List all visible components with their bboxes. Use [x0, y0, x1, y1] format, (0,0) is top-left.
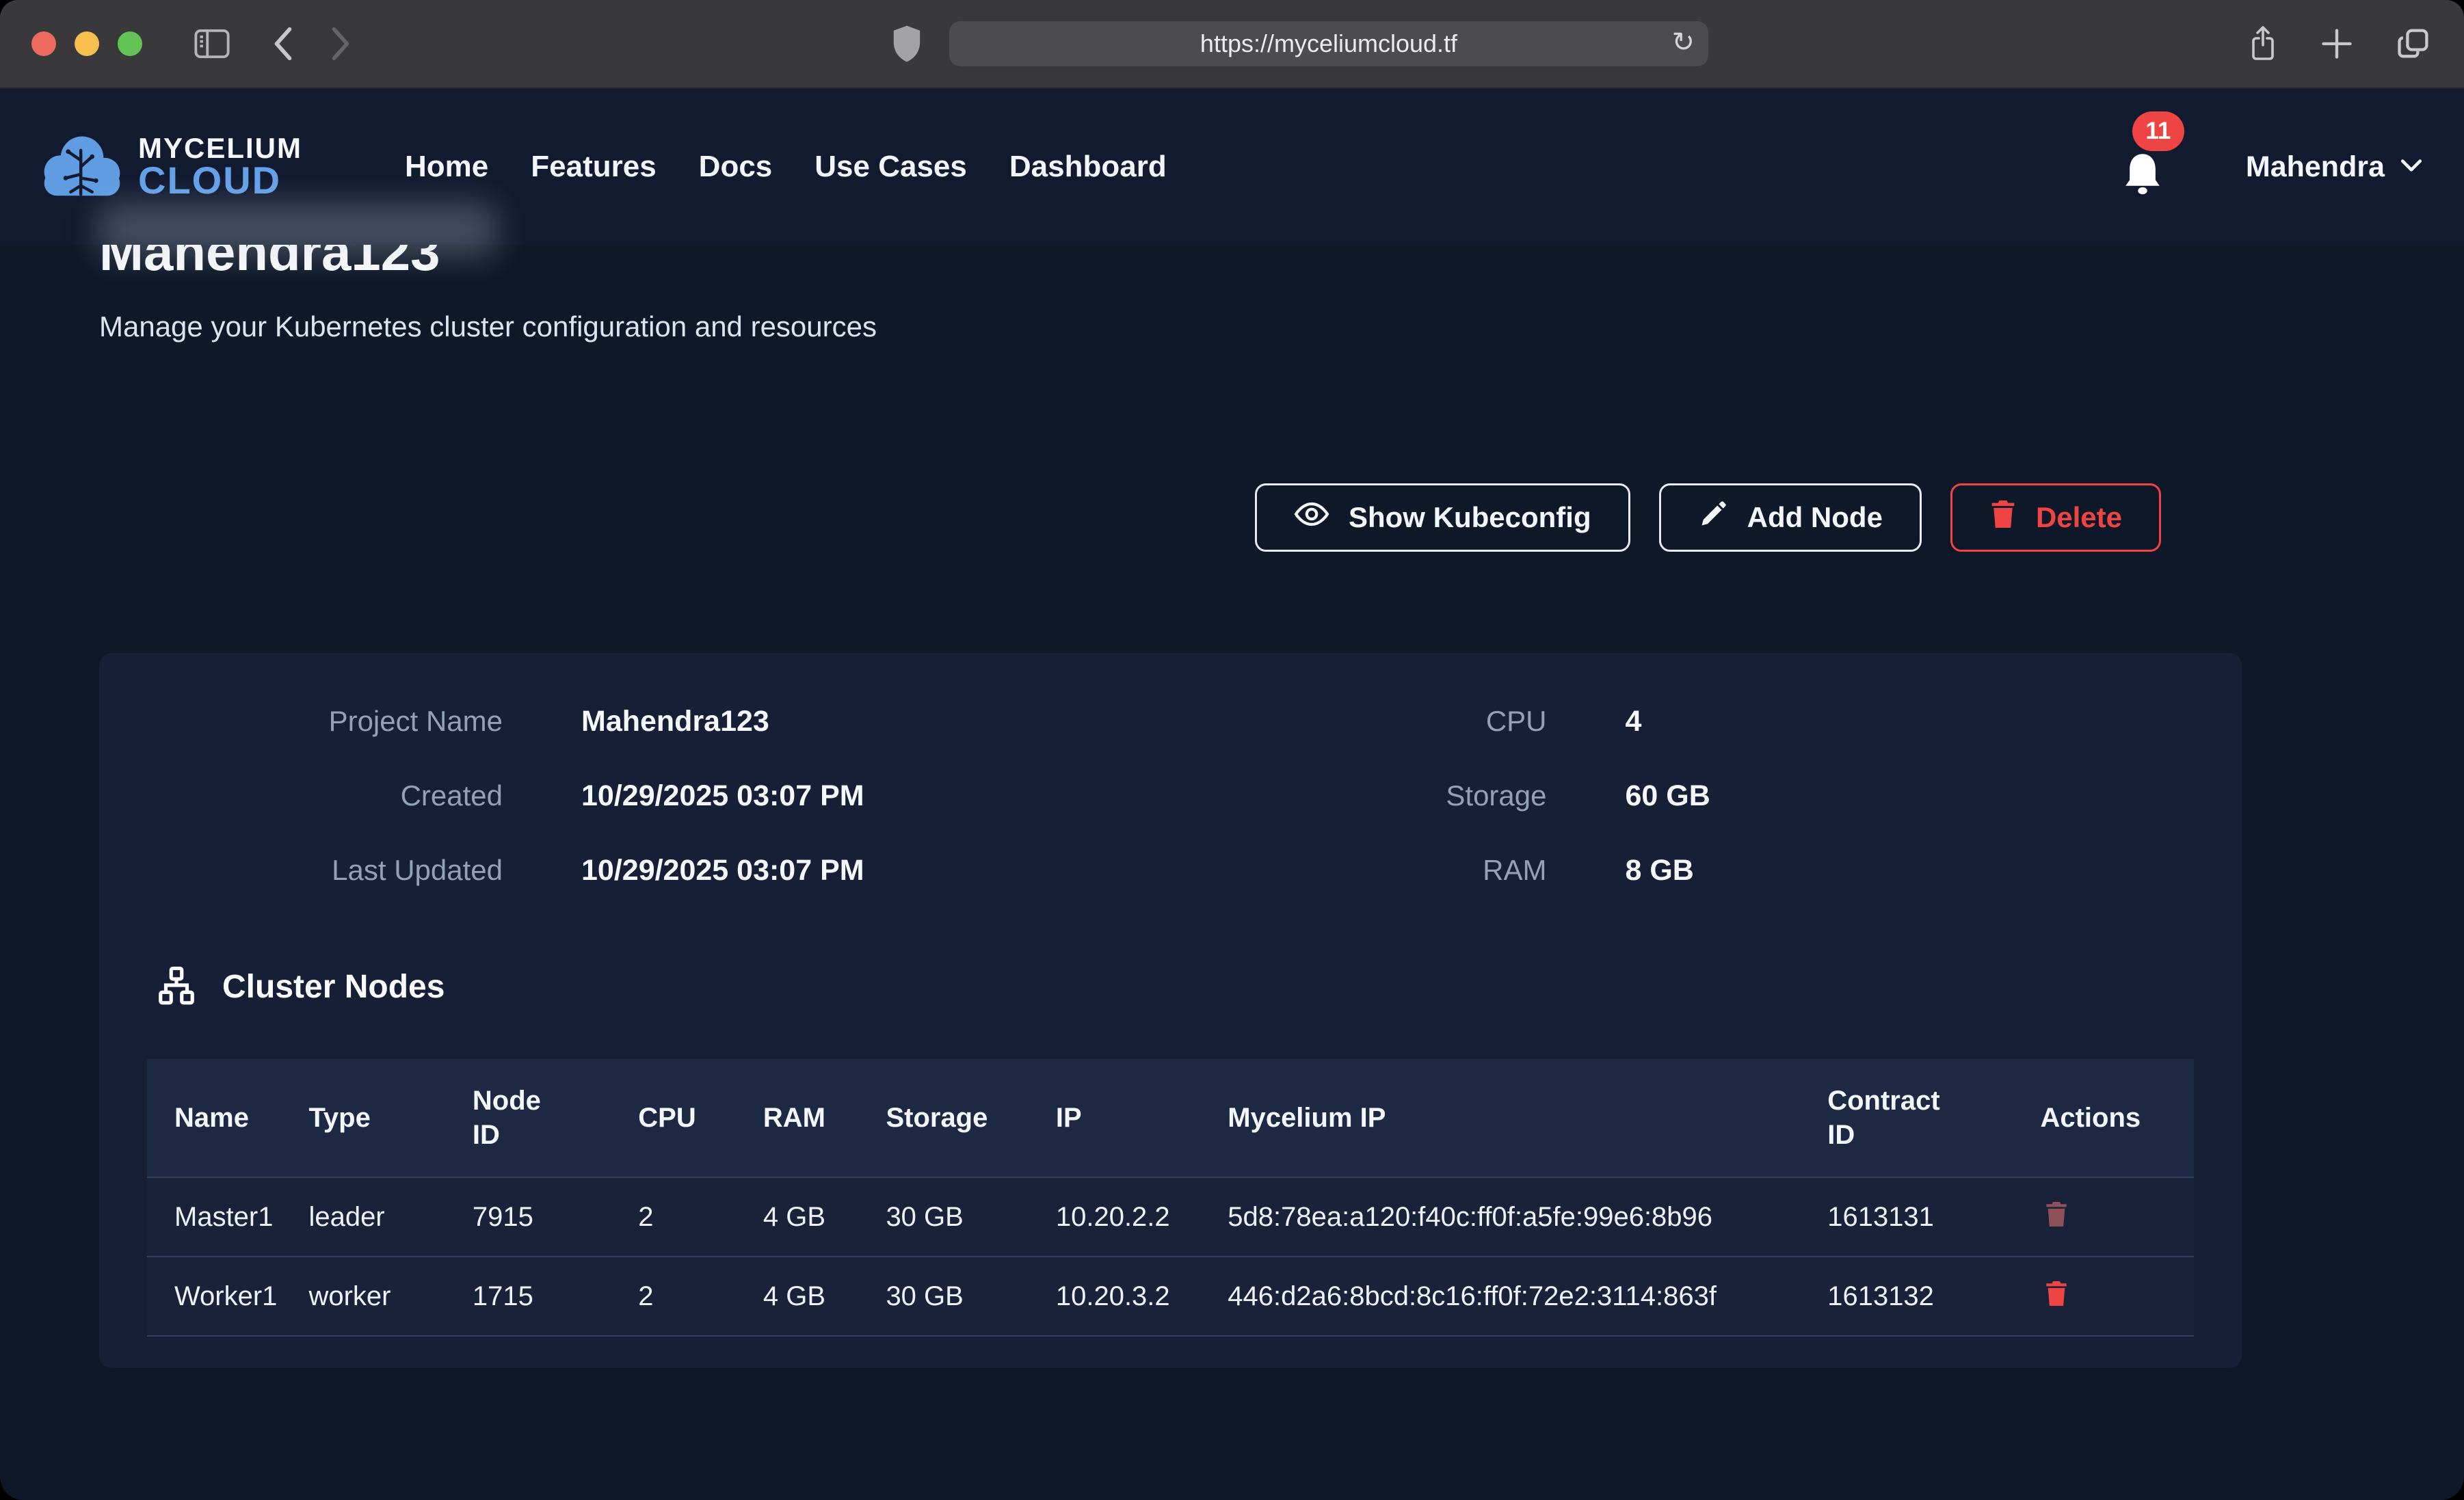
col-mycelium-ip: Mycelium IP: [1228, 1059, 1827, 1177]
browser-chrome: https://myceliumcloud.tf ↻: [0, 0, 2464, 89]
privacy-shield-icon[interactable]: [890, 23, 923, 64]
close-window-button[interactable]: [31, 31, 56, 56]
eye-icon: [1294, 499, 1329, 536]
nav-item-use-cases[interactable]: Use Cases: [814, 150, 967, 183]
minimize-window-button[interactable]: [75, 31, 99, 56]
cluster-nodes-heading: Cluster Nodes: [155, 964, 2194, 1010]
cluster-nodes-title: Cluster Nodes: [222, 968, 445, 1006]
created-label: Created: [147, 779, 503, 812]
url-text: https://myceliumcloud.tf: [1200, 29, 1457, 58]
delete-node-button[interactable]: [2040, 1275, 2073, 1312]
back-button[interactable]: [271, 26, 295, 62]
node-name: Worker1: [147, 1257, 308, 1336]
node-id: 7915: [473, 1177, 638, 1257]
col-cpu: CPU: [638, 1059, 763, 1177]
cluster-details-card: Project Name Mahendra123 Created 10/29/2…: [99, 653, 2242, 1368]
user-menu[interactable]: Mahendra: [2246, 150, 2423, 184]
table-row-master1: Master1 leader 7915 2 4 GB 30 GB 10.20.2…: [147, 1177, 2194, 1257]
add-node-label: Add Node: [1747, 501, 1883, 534]
nav-item-dashboard[interactable]: Dashboard: [1009, 150, 1167, 183]
node-ram: 4 GB: [763, 1257, 886, 1336]
node-name: Master1: [147, 1177, 308, 1257]
node-cpu: 2: [638, 1177, 763, 1257]
nav-item-home[interactable]: Home: [405, 150, 488, 183]
cpu-value: 4: [1626, 705, 2195, 738]
col-type: Type: [308, 1059, 472, 1177]
col-ram: RAM: [763, 1059, 886, 1177]
show-kubeconfig-button[interactable]: Show Kubeconfig: [1255, 483, 1630, 552]
node-storage: 30 GB: [886, 1177, 1055, 1257]
show-kubeconfig-label: Show Kubeconfig: [1349, 501, 1591, 534]
notifications-button[interactable]: 11: [2121, 151, 2164, 201]
node-cpu: 2: [638, 1257, 763, 1336]
cluster-actions: Show Kubeconfig Add Node: [99, 483, 2161, 552]
delete-cluster-button[interactable]: Delete: [1950, 483, 2161, 552]
new-tab-icon[interactable]: [2319, 26, 2355, 62]
reload-icon[interactable]: ↻: [1671, 27, 1695, 58]
table-row-worker1: Worker1 worker 1715 2 4 GB 30 GB 10.20.3…: [147, 1257, 2194, 1336]
nav-item-docs[interactable]: Docs: [699, 150, 773, 183]
project-name-label: Project Name: [147, 705, 503, 738]
logo-text-line2: CLOUD: [138, 162, 302, 198]
nodes-table-header-row: Name Type Node ID CPU RAM Storage IP Myc…: [147, 1059, 2194, 1177]
node-contract-id: 1613131: [1827, 1177, 2040, 1257]
col-contract-id: Contract ID: [1827, 1059, 2040, 1177]
node-type: leader: [308, 1177, 472, 1257]
sidebar-toggle-icon[interactable]: [194, 28, 230, 59]
col-actions: Actions: [2040, 1059, 2194, 1177]
storage-value: 60 GB: [1626, 779, 2195, 813]
cloud-tree-logo-icon: [41, 133, 123, 202]
last-updated-label: Last Updated: [147, 854, 503, 887]
ram-value: 8 GB: [1626, 854, 2195, 887]
mycelium-cloud-logo[interactable]: MYCELIUM CLOUD: [41, 133, 302, 202]
node-actions: [2040, 1257, 2194, 1336]
nav-links: Home Features Docs Use Cases Dashboard: [405, 150, 1167, 184]
cluster-info-grid: Project Name Mahendra123 Created 10/29/2…: [147, 705, 2194, 928]
col-node-id: Node ID: [473, 1059, 638, 1177]
node-actions: [2040, 1177, 2194, 1257]
col-name: Name: [147, 1059, 308, 1177]
col-ip: IP: [1056, 1059, 1228, 1177]
created-value: 10/29/2025 03:07 PM: [581, 779, 1150, 813]
zoom-window-button[interactable]: [118, 31, 142, 56]
bell-icon: [2121, 189, 2164, 200]
share-icon[interactable]: [2247, 24, 2279, 64]
dashboard-main: Mahendra123 Manage your Kubernetes clust…: [0, 222, 2464, 1368]
delete-label: Delete: [2036, 501, 2122, 534]
forward-button[interactable]: [329, 26, 352, 62]
cluster-info-left: Project Name Mahendra123 Created 10/29/2…: [147, 705, 1150, 928]
col-storage: Storage: [886, 1059, 1055, 1177]
node-storage: 30 GB: [886, 1257, 1055, 1336]
last-updated-value: 10/29/2025 03:07 PM: [581, 854, 1150, 887]
tab-overview-icon[interactable]: [2394, 25, 2433, 63]
page-subtitle: Manage your Kubernetes cluster configura…: [99, 310, 2242, 343]
node-type: worker: [308, 1257, 472, 1336]
pencil-icon: [1698, 499, 1728, 536]
chevron-down-icon: [2400, 158, 2423, 176]
network-icon: [155, 964, 198, 1010]
browser-window: https://myceliumcloud.tf ↻: [0, 0, 2464, 1500]
notification-count-badge: 11: [2132, 111, 2184, 151]
nodes-table: Name Type Node ID CPU RAM Storage IP Myc…: [147, 1059, 2194, 1337]
node-id: 1715: [473, 1257, 638, 1336]
trash-icon: [1989, 499, 2017, 536]
user-name: Mahendra: [2246, 150, 2385, 184]
delete-node-button[interactable]: [2040, 1196, 2073, 1233]
address-bar[interactable]: https://myceliumcloud.tf ↻: [949, 21, 1708, 66]
nav-item-features[interactable]: Features: [531, 150, 656, 183]
cpu-label: CPU: [1191, 705, 1547, 738]
node-contract-id: 1613132: [1827, 1257, 2040, 1336]
node-ip: 10.20.2.2: [1056, 1177, 1228, 1257]
node-mycelium-ip: 5d8:78ea:a120:f40c:ff0f:a5fe:99e6:8b96: [1228, 1177, 1827, 1257]
ram-label: RAM: [1191, 854, 1547, 887]
add-node-button[interactable]: Add Node: [1659, 483, 1922, 552]
node-ip: 10.20.3.2: [1056, 1257, 1228, 1336]
node-mycelium-ip: 446:d2a6:8bcd:8c16:ff0f:72e2:3114:863f: [1228, 1257, 1827, 1336]
cluster-info-right: CPU 4 Storage 60 GB RAM 8 GB: [1191, 705, 2195, 928]
storage-label: Storage: [1191, 779, 1547, 812]
project-name-value: Mahendra123: [581, 705, 1150, 738]
node-ram: 4 GB: [763, 1177, 886, 1257]
app-navbar: MYCELIUM CLOUD Home Features Docs Use Ca…: [0, 89, 2464, 245]
